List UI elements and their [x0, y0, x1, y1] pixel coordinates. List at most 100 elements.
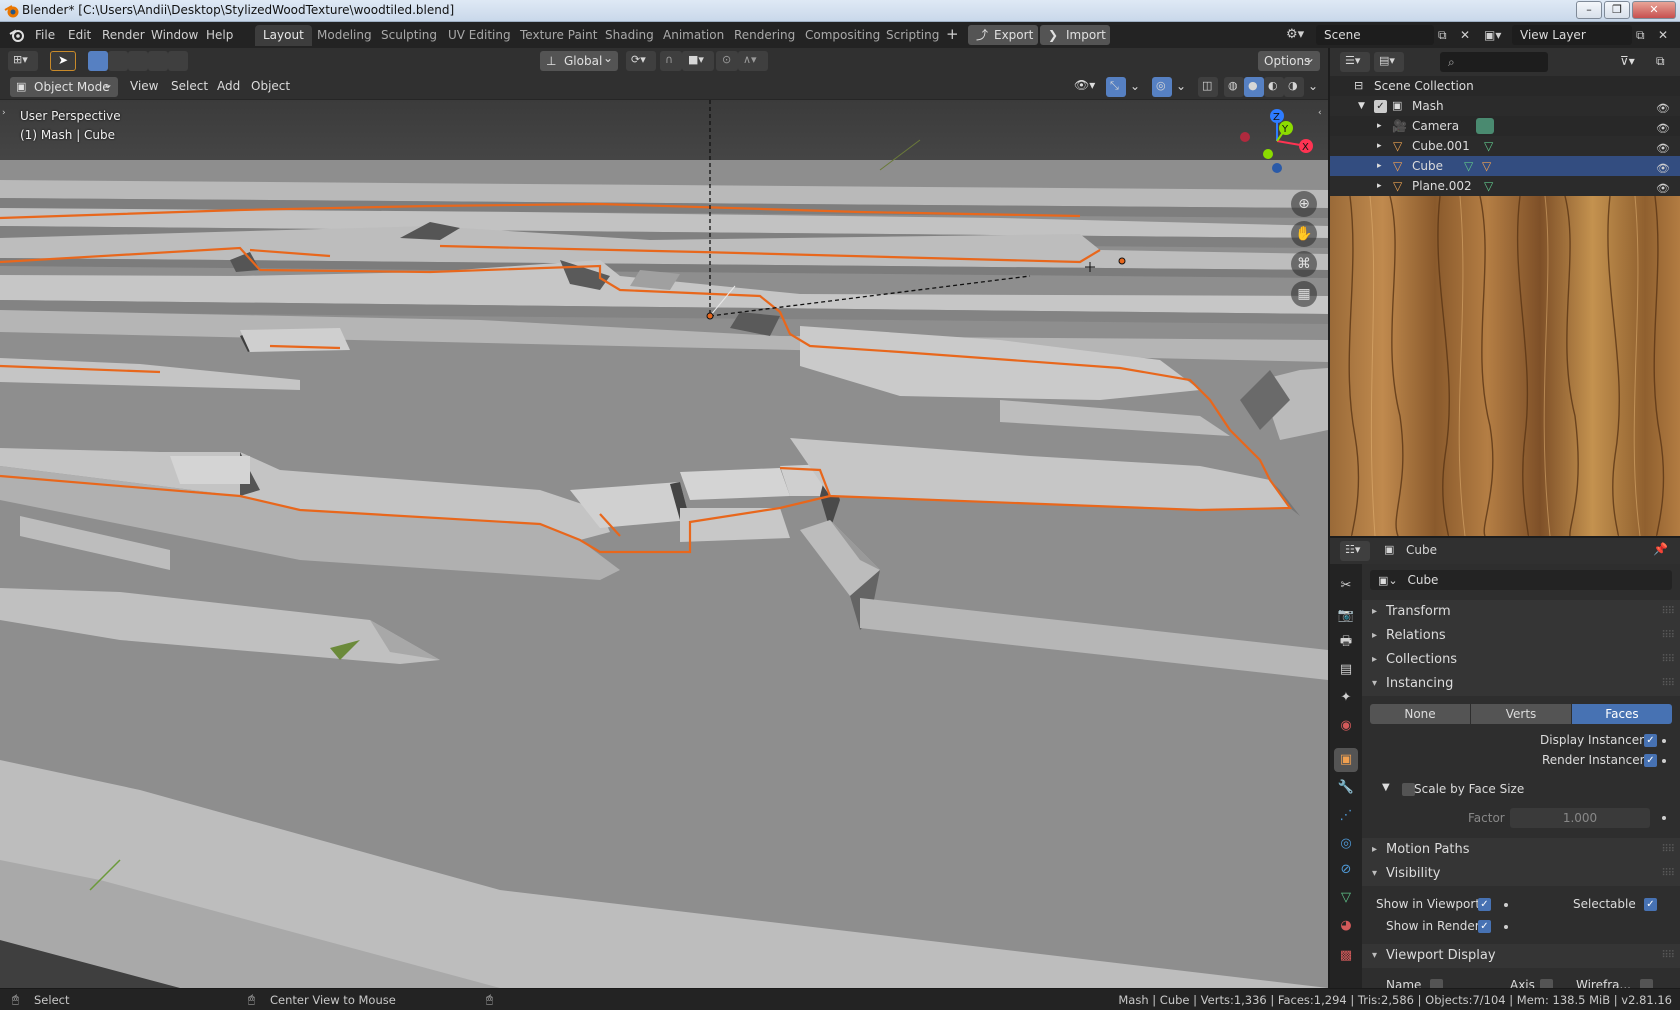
shading-material-button[interactable]: ◐ [1264, 77, 1284, 97]
mode-dropdown[interactable]: ▣ Object Mode [10, 74, 118, 97]
object-tab-icon[interactable]: ▣ [1334, 748, 1358, 772]
display-name-checkbox[interactable] [1430, 979, 1443, 988]
panel-motion-paths[interactable]: Motion Paths⠿⠿ [1362, 838, 1680, 862]
panel-relations[interactable]: Relations⠿⠿ [1362, 624, 1680, 648]
export-button[interactable]: ⤴ Export [968, 25, 1038, 45]
new-scene-icon[interactable]: ⧉ [1438, 26, 1447, 44]
falloff-dropdown[interactable]: ∧▾ [738, 51, 768, 71]
object-name-field[interactable]: ▣⌄ Cube [1370, 570, 1672, 590]
view-layer-field[interactable]: View Layer [1512, 25, 1632, 45]
xray-toggle[interactable]: ◫ [1198, 77, 1218, 97]
transform-orientation-dropdown[interactable]: ⊥ Global [540, 48, 618, 71]
panel-transform[interactable]: Transform⠿⠿ [1362, 600, 1680, 624]
3d-viewport[interactable]: User Perspective (1) Mash | Cube › ‹ Z X… [0, 100, 1328, 988]
keyframe-dot[interactable] [1504, 925, 1508, 929]
subpanel-expand-icon[interactable]: ▼ [1382, 782, 1390, 793]
outliner-scene-collection[interactable]: ⊟ Scene Collection [1330, 76, 1680, 96]
outliner-item-cube[interactable]: ▸ ▽ Cube ▽ ▽ 👁 [1330, 156, 1680, 176]
new-collection-icon[interactable]: ⧉ [1656, 54, 1665, 69]
particles-tab-icon[interactable]: ⋰ [1334, 804, 1358, 828]
pivot-point-dropdown[interactable]: ⟳▾ [626, 51, 656, 71]
display-wireframe-checkbox[interactable] [1640, 979, 1653, 988]
scene-selector-icon[interactable]: ⚙▾ [1286, 26, 1304, 44]
navigation-gizmo[interactable]: Z X Y [1232, 106, 1322, 186]
outliner-item-mash[interactable]: ▼ ✓ ▣ Mash 👁 [1330, 96, 1680, 116]
select-box-subtract-button[interactable] [128, 51, 148, 71]
viewport-menu-object[interactable]: Object [251, 79, 290, 93]
render-tab-icon[interactable]: 📷 [1334, 604, 1358, 628]
expand-icon[interactable]: ▸ [1377, 116, 1382, 136]
proportional-edit-toggle[interactable]: ⊙ [716, 51, 738, 71]
tab-rendering[interactable]: Rendering [726, 25, 803, 46]
scene-tab-icon[interactable]: ✦ [1334, 686, 1358, 710]
maximize-button[interactable]: ❐ [1604, 1, 1630, 19]
instancing-none-button[interactable]: None [1370, 704, 1470, 724]
tab-animation[interactable]: Animation [655, 25, 732, 46]
outliner-item-cube-001[interactable]: ▸ ▽ Cube.001 ▽ 👁 [1330, 136, 1680, 156]
select-box-new-button[interactable] [88, 51, 108, 71]
factor-field[interactable]: 1.000 [1510, 808, 1650, 828]
zoom-icon[interactable]: ⊕ [1291, 191, 1317, 217]
viewport-menu-select[interactable]: Select [171, 79, 208, 93]
tab-scripting[interactable]: Scripting [878, 25, 947, 46]
collapse-icon[interactable]: ▼ [1358, 96, 1365, 116]
shading-solid-button[interactable]: ● [1244, 77, 1264, 97]
outliner-item-plane-002[interactable]: ▸ ▽ Plane.002 ▽ 👁 [1330, 176, 1680, 196]
show-in-viewports-checkbox[interactable]: ✓ [1478, 898, 1491, 911]
overlays-toggle[interactable]: ◎ [1152, 77, 1172, 97]
world-tab-icon[interactable]: ◉ [1334, 714, 1358, 738]
tab-uv-editing[interactable]: UV Editing [440, 25, 519, 46]
texture-tab-icon[interactable]: ▩ [1334, 944, 1358, 968]
add-workspace-button[interactable]: + [946, 25, 959, 43]
constraints-tab-icon[interactable]: ⊘ [1334, 858, 1358, 882]
editor-type-button[interactable]: ⊞▾ [8, 51, 38, 71]
gizmos-dropdown-icon[interactable]: ⌄ [1130, 79, 1140, 93]
keyframe-dot[interactable] [1662, 816, 1666, 820]
selectable-checkbox[interactable]: ✓ [1644, 898, 1657, 911]
delete-scene-icon[interactable]: ✕ [1460, 26, 1470, 44]
instancing-faces-button[interactable]: Faces [1572, 704, 1672, 724]
menu-help[interactable]: Help [206, 26, 233, 44]
mesh-data-tab-icon[interactable]: ▽ [1334, 886, 1358, 910]
close-button[interactable]: ✕ [1632, 1, 1676, 19]
tab-shading[interactable]: Shading [597, 25, 662, 46]
camera-view-icon[interactable]: ⌘ [1291, 251, 1317, 277]
physics-tab-icon[interactable]: ◎ [1334, 832, 1358, 856]
material-tab-icon[interactable]: ◕ [1334, 914, 1358, 938]
menu-window[interactable]: Window [151, 26, 198, 44]
tab-modeling[interactable]: Modeling [309, 25, 380, 46]
minimize-button[interactable]: – [1576, 1, 1602, 19]
expand-icon[interactable]: ▸ [1377, 156, 1382, 176]
show-in-renders-checkbox[interactable]: ✓ [1478, 920, 1491, 933]
keyframe-dot[interactable] [1662, 739, 1666, 743]
instancing-verts-button[interactable]: Verts [1471, 704, 1571, 724]
select-box-extend-button[interactable] [108, 51, 128, 71]
expand-icon[interactable]: ▸ [1377, 176, 1382, 196]
shading-dropdown-icon[interactable]: ⌄ [1308, 79, 1318, 93]
ortho-grid-icon[interactable]: ▦ [1291, 281, 1317, 307]
display-axis-checkbox[interactable] [1540, 979, 1553, 988]
scene-name-field[interactable]: Scene [1316, 25, 1434, 45]
snap-toggle[interactable]: ∩ [660, 51, 682, 71]
overlays-dropdown-icon[interactable]: ⌄ [1176, 79, 1186, 93]
options-dropdown[interactable]: Options [1258, 48, 1320, 71]
collection-include-checkbox[interactable]: ✓ [1374, 100, 1387, 113]
view-layer-tab-icon[interactable]: ▤ [1334, 658, 1358, 682]
import-button[interactable]: ❯ Import [1040, 25, 1110, 45]
panel-instancing[interactable]: Instancing⠿⠿ [1362, 672, 1680, 696]
shading-wireframe-button[interactable]: ◍ [1224, 77, 1244, 97]
snap-target-dropdown[interactable]: ■▾ [682, 51, 714, 71]
delete-view-layer-icon[interactable]: ✕ [1658, 26, 1668, 44]
panel-collections[interactable]: Collections⠿⠿ [1362, 648, 1680, 672]
tab-texture-paint[interactable]: Texture Paint [512, 25, 605, 46]
viewport-menu-view[interactable]: View [130, 79, 158, 93]
select-box-invert-button[interactable] [148, 51, 168, 71]
modifier-tab-icon[interactable]: 🔧 [1334, 776, 1358, 800]
pan-hand-icon[interactable]: ✋ [1291, 221, 1317, 247]
outliner-item-camera[interactable]: ▸ 🎥 Camera 👁 [1330, 116, 1680, 136]
filter-icon[interactable]: ⊽▾ [1620, 54, 1635, 68]
panel-visibility[interactable]: Visibility⠿⠿ [1362, 862, 1680, 886]
expand-icon[interactable]: ▸ [1377, 136, 1382, 156]
keyframe-dot[interactable] [1662, 759, 1666, 763]
gizmos-toggle[interactable]: ⤡ [1106, 77, 1126, 97]
